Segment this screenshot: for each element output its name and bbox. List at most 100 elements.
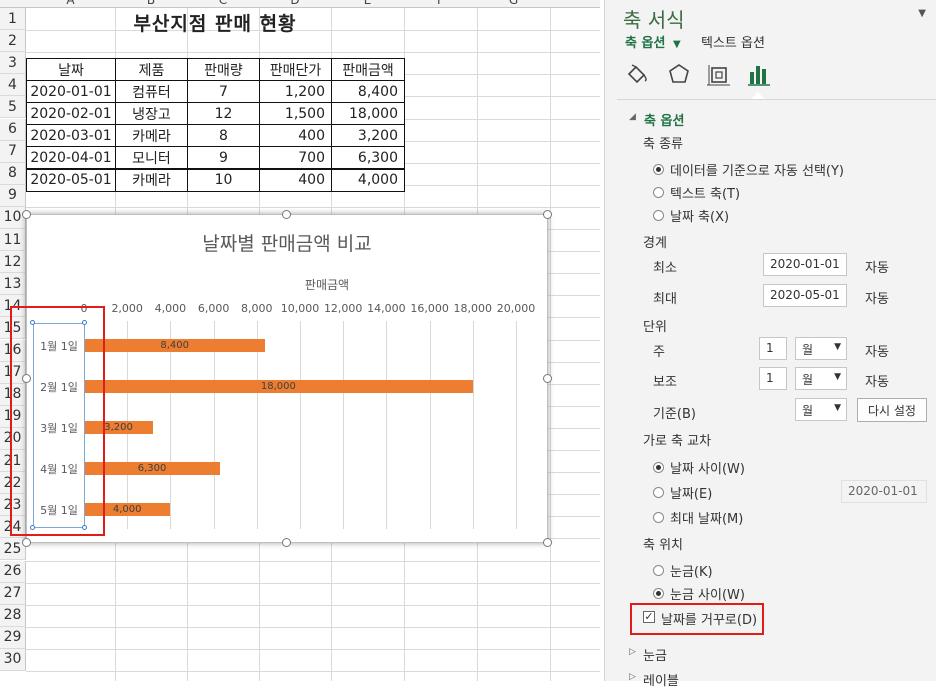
- row-header[interactable]: 13: [0, 273, 26, 296]
- chart-resize-handle[interactable]: [22, 538, 31, 547]
- value-axis-tick-label[interactable]: 4,000: [155, 302, 187, 315]
- major-unit-input[interactable]: 1: [759, 337, 787, 360]
- row-header[interactable]: 28: [0, 604, 26, 627]
- table-cell[interactable]: 모니터: [115, 146, 188, 170]
- column-header[interactable]: F: [404, 0, 477, 7]
- axis-crosses-radio[interactable]: 날짜 사이(W): [653, 458, 745, 477]
- row-header[interactable]: 27: [0, 582, 26, 605]
- crosses-date-input[interactable]: 2020-01-01: [841, 480, 927, 503]
- collapse-arrow-icon[interactable]: ◢: [629, 112, 636, 122]
- axis-position-radio[interactable]: 눈금(K): [653, 561, 713, 580]
- table-cell[interactable]: 4,000: [331, 168, 405, 192]
- table-cell[interactable]: 10: [187, 168, 260, 192]
- value-axis-tick-label[interactable]: 6,000: [198, 302, 230, 315]
- section-tick-marks[interactable]: 눈금: [643, 645, 667, 664]
- table-cell[interactable]: 2020-01-01: [26, 80, 116, 104]
- tab-text-options[interactable]: 텍스트 옵션: [701, 32, 765, 51]
- column-header[interactable]: E: [331, 0, 404, 7]
- major-unit-dropdown[interactable]: 월 ▼: [795, 337, 847, 360]
- axis-crosses-radio[interactable]: 날짜(E): [653, 483, 712, 502]
- axis-crosses-radio[interactable]: 최대 날짜(M): [653, 508, 743, 527]
- section-labels[interactable]: 레이블: [643, 670, 679, 689]
- table-cell[interactable]: 400: [259, 124, 332, 148]
- radio-button-icon[interactable]: [653, 565, 664, 576]
- chart-resize-handle[interactable]: [22, 210, 31, 219]
- row-header[interactable]: 7: [0, 140, 26, 163]
- value-axis-tick-label[interactable]: 10,000: [281, 302, 320, 315]
- chart-title[interactable]: 날짜별 판매금액 비교: [27, 229, 547, 256]
- value-axis-title[interactable]: 판매금액: [27, 276, 600, 293]
- axis-type-radio[interactable]: 데이터를 기준으로 자동 선택(Y): [653, 160, 844, 179]
- radio-button-icon[interactable]: [653, 588, 664, 599]
- axis-options-icon[interactable]: [745, 60, 773, 88]
- row-header[interactable]: 11: [0, 229, 26, 252]
- axis-position-radio[interactable]: 눈금 사이(W): [653, 584, 745, 603]
- chart-resize-handle[interactable]: [543, 538, 552, 547]
- chart-resize-handle[interactable]: [282, 210, 291, 219]
- value-axis-tick-label[interactable]: 14,000: [367, 302, 406, 315]
- table-cell[interactable]: 컴퓨터: [115, 80, 188, 104]
- table-header-cell[interactable]: 판매량: [187, 58, 260, 82]
- bar-data-label[interactable]: 18,000: [84, 380, 473, 393]
- row-header[interactable]: 3: [0, 52, 26, 75]
- column-header[interactable]: G: [477, 0, 550, 7]
- table-cell[interactable]: 1,500: [259, 102, 332, 126]
- value-axis-tick-label[interactable]: 16,000: [410, 302, 449, 315]
- radio-button-icon[interactable]: [653, 187, 664, 198]
- expand-arrow-icon[interactable]: ▷: [629, 647, 636, 657]
- radio-button-icon[interactable]: [653, 210, 664, 221]
- row-header[interactable]: 29: [0, 626, 26, 649]
- column-header[interactable]: B: [115, 0, 187, 7]
- fill-line-icon[interactable]: [623, 60, 651, 88]
- radio-button-icon[interactable]: [653, 462, 664, 473]
- row-header[interactable]: 2: [0, 30, 26, 53]
- table-cell[interactable]: 2020-04-01: [26, 146, 116, 170]
- table-cell[interactable]: 9: [187, 146, 260, 170]
- table-cell[interactable]: 700: [259, 146, 332, 170]
- chart-resize-handle[interactable]: [543, 210, 552, 219]
- min-auto-button[interactable]: 자동: [865, 257, 889, 276]
- table-cell[interactable]: 400: [259, 168, 332, 192]
- row-header[interactable]: 6: [0, 118, 26, 141]
- value-axis-tick-label[interactable]: 20,000: [497, 302, 536, 315]
- row-header[interactable]: 10: [0, 206, 26, 229]
- pane-options-dropdown[interactable]: ▼: [918, 8, 926, 19]
- table-cell[interactable]: 카메라: [115, 124, 188, 148]
- row-header[interactable]: 30: [0, 648, 26, 671]
- table-cell[interactable]: 8: [187, 124, 260, 148]
- chart-resize-handle[interactable]: [543, 374, 552, 383]
- effects-icon[interactable]: [665, 60, 693, 88]
- table-cell[interactable]: 냉장고: [115, 102, 188, 126]
- table-cell[interactable]: 6,300: [331, 146, 405, 170]
- minor-unit-dropdown[interactable]: 월 ▼: [795, 367, 847, 390]
- table-cell[interactable]: 2020-02-01: [26, 102, 116, 126]
- base-unit-dropdown[interactable]: 월 ▼: [795, 398, 847, 421]
- value-axis-tick-label[interactable]: 8,000: [241, 302, 273, 315]
- section-axis-options[interactable]: 축 옵션: [644, 110, 684, 129]
- row-header[interactable]: 9: [0, 184, 26, 207]
- chart-resize-handle[interactable]: [282, 538, 291, 547]
- radio-button-icon[interactable]: [653, 487, 664, 498]
- column-header[interactable]: A: [26, 0, 115, 7]
- value-axis-tick-label[interactable]: 2,000: [111, 302, 143, 315]
- row-header[interactable]: 12: [0, 251, 26, 274]
- row-header[interactable]: 4: [0, 74, 26, 97]
- row-header[interactable]: 8: [0, 162, 26, 185]
- minor-unit-input[interactable]: 1: [759, 367, 787, 390]
- column-header[interactable]: C: [187, 0, 259, 7]
- table-cell[interactable]: 8,400: [331, 80, 405, 104]
- table-cell[interactable]: 2020-03-01: [26, 124, 116, 148]
- radio-button-icon[interactable]: [653, 512, 664, 523]
- table-cell[interactable]: 2020-05-01: [26, 168, 116, 192]
- table-cell[interactable]: 12: [187, 102, 260, 126]
- table-cell[interactable]: 1,200: [259, 80, 332, 104]
- radio-button-icon[interactable]: [653, 164, 664, 175]
- table-cell[interactable]: 카메라: [115, 168, 188, 192]
- max-bound-input[interactable]: 2020-05-01: [763, 284, 847, 307]
- size-properties-icon[interactable]: [705, 60, 733, 88]
- row-header[interactable]: 1: [0, 8, 26, 31]
- table-cell[interactable]: 18,000: [331, 102, 405, 126]
- bar-data-label[interactable]: 8,400: [84, 339, 265, 352]
- minor-auto-button[interactable]: 자동: [865, 371, 889, 390]
- min-bound-input[interactable]: 2020-01-01: [763, 253, 847, 276]
